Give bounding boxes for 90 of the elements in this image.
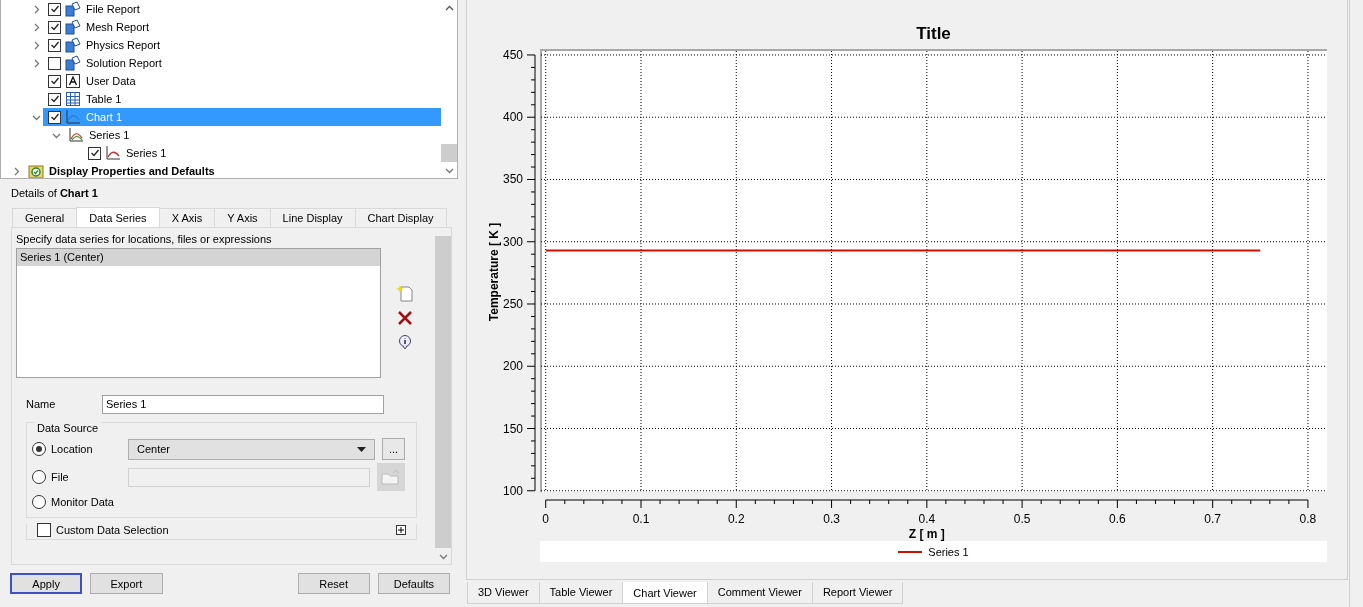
tree-label: Physics Report	[86, 39, 160, 51]
delete-icon[interactable]	[396, 310, 414, 326]
name-field[interactable]: Series 1	[102, 394, 384, 414]
x-axis-title: Z [ m ]	[908, 527, 945, 541]
tree-item[interactable]: User Data	[43, 72, 441, 90]
tree-label: File Report	[86, 3, 140, 15]
tick-label: 0.1	[632, 512, 650, 526]
tab[interactable]: General	[12, 208, 78, 227]
dialog-button[interactable]: Reset	[297, 573, 370, 594]
checkbox[interactable]	[48, 38, 61, 52]
dialog-button[interactable]: Export	[90, 573, 163, 594]
tab[interactable]: Chart Display	[354, 208, 447, 227]
tree-item[interactable]: Physics Report	[43, 36, 441, 54]
tick-label: 300	[502, 234, 523, 249]
tick-label: 0.3	[823, 512, 840, 526]
radio-label: File	[51, 471, 70, 483]
tree-label: Series 1	[89, 129, 130, 141]
tick-label: 0.2	[727, 512, 745, 526]
chart-icon	[68, 127, 84, 143]
tree-item[interactable]: Solution Report	[43, 54, 441, 72]
checkbox[interactable]	[37, 522, 51, 537]
tick-label: 100	[502, 483, 523, 498]
tick-label: 0.7	[1204, 512, 1221, 526]
tick-label: 0.6	[1109, 512, 1126, 526]
tab[interactable]: Data Series	[76, 207, 160, 227]
checkbox[interactable]	[48, 92, 61, 106]
y-axis-title: Temperature [ K ]	[487, 222, 501, 322]
details-title: Details of Chart 1	[11, 187, 99, 201]
series-list[interactable]: Series 1 (Center)	[16, 248, 381, 378]
tree-label: User Data	[86, 75, 136, 87]
tick-label: 150	[502, 421, 523, 436]
checkbox[interactable]	[48, 74, 61, 88]
browse-button[interactable]: ...	[382, 438, 405, 460]
location-dropdown[interactable]: Center	[128, 438, 375, 460]
tree-item[interactable]: Series 1	[63, 126, 441, 144]
scrollbar-thumb[interactable]	[435, 236, 451, 548]
legend-swatch	[898, 550, 923, 553]
chart-icon	[65, 109, 81, 125]
tick-label: 0.4	[918, 512, 936, 526]
tick-label: 200	[502, 359, 523, 374]
tick-label: 0	[542, 512, 550, 526]
series-icon	[105, 145, 121, 161]
tick-label: 400	[502, 110, 523, 125]
table-icon	[65, 91, 81, 107]
tick-label: 250	[502, 297, 523, 311]
checkbox[interactable]	[48, 56, 61, 70]
viewer-tab[interactable]: 3D Viewer	[467, 582, 540, 604]
name-label: Name	[26, 398, 57, 410]
dialog-button[interactable]: Defaults	[377, 573, 450, 594]
checkbox[interactable]	[48, 20, 61, 34]
tree-label: Series 1	[126, 147, 167, 159]
legend-label: Series 1	[928, 545, 969, 558]
radio-button[interactable]	[32, 442, 46, 456]
text-icon	[65, 73, 81, 89]
tree-item[interactable]: Table 1	[43, 90, 441, 108]
checkbox[interactable]	[88, 146, 101, 160]
group-title: Data Source	[34, 422, 102, 434]
series-hint: Specify data series for locations, files or expressions	[16, 233, 273, 247]
report-icon	[65, 37, 81, 53]
viewer-tab[interactable]: Report Viewer	[811, 582, 904, 604]
report-icon	[65, 55, 81, 71]
tree-label: Display Properties and Defaults	[49, 165, 215, 177]
tree-label: Table 1	[86, 93, 122, 105]
report-icon	[65, 19, 81, 35]
dialog-button[interactable]: Apply	[10, 573, 83, 594]
list-item[interactable]: Series 1 (Center)	[17, 249, 380, 266]
radio-button[interactable]	[32, 495, 46, 509]
folder-icon	[381, 468, 401, 486]
checkbox[interactable]	[48, 110, 61, 124]
tree-item[interactable]: File Report	[43, 0, 441, 18]
scrollbar-thumb[interactable]	[441, 144, 457, 162]
tick-label: 0.8	[1299, 512, 1317, 526]
caret-icon	[357, 446, 366, 452]
tree-label: Mesh Report	[86, 21, 149, 33]
tree-item[interactable]: Display Properties and Defaults	[23, 162, 441, 178]
checkbox[interactable]	[48, 2, 61, 16]
viewer-tab[interactable]: Chart Viewer	[622, 582, 708, 604]
radio-label: Location	[51, 443, 94, 455]
tick-label: 350	[502, 172, 523, 187]
tick-label: 0.5	[1013, 512, 1031, 526]
tab[interactable]: Line Display	[269, 208, 356, 227]
info-icon[interactable]	[396, 334, 414, 350]
tree-label: Solution Report	[86, 57, 162, 69]
tree-label: Chart 1	[86, 111, 123, 123]
expand-icon[interactable]	[396, 524, 406, 535]
tick-label: 450	[502, 48, 523, 62]
tree-item[interactable]: Mesh Report	[43, 18, 441, 36]
tree-item[interactable]: Series 1	[83, 144, 441, 162]
radio-label: Monitor Data	[51, 496, 115, 508]
chart-title: Title	[915, 23, 952, 45]
